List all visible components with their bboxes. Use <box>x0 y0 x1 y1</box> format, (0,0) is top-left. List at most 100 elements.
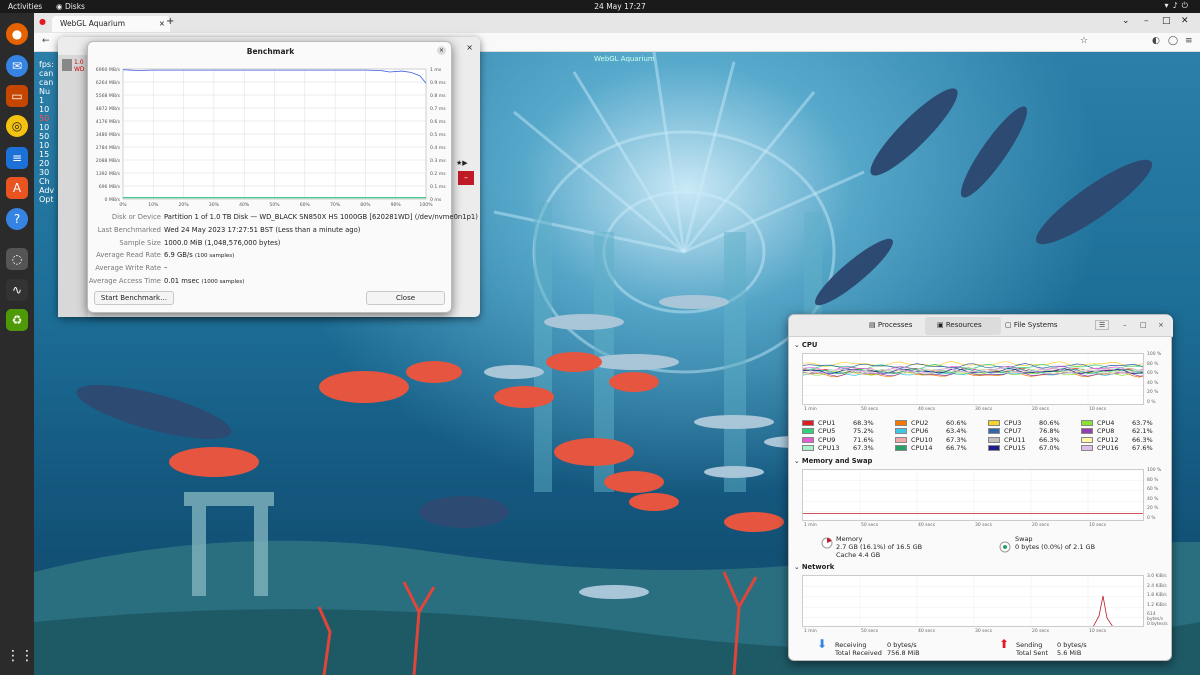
overlay-line: 10 <box>39 105 50 114</box>
maximize-icon[interactable]: □ <box>1162 16 1171 26</box>
writer-icon[interactable]: ≡ <box>6 147 28 169</box>
cpu-name: CPU16 <box>1097 444 1119 453</box>
network-section-title[interactable]: Network <box>794 563 834 571</box>
cpu-section-title[interactable]: CPU <box>794 341 818 349</box>
x-tick: 20% <box>178 202 189 208</box>
activities-button[interactable]: Activities <box>8 2 42 11</box>
menu-button[interactable]: ☰ <box>1095 320 1110 330</box>
x-tick: 60% <box>300 202 311 208</box>
graph-y-tick: 2.4 KiB/s <box>1147 583 1167 589</box>
app-menu[interactable]: ◉ Disks <box>56 2 85 11</box>
graph-y-tick: 3.0 KiB/s <box>1147 574 1167 579</box>
property-value: Wed 24 May 2023 17:27:51 BST (Less than … <box>164 226 360 234</box>
cpu-color-swatch <box>1081 420 1093 426</box>
property-value: 1000.0 MiB (1,048,576,000 bytes) <box>164 239 280 247</box>
cpu-color-swatch <box>1081 445 1093 452</box>
graph-y-tick: 0 % <box>1147 400 1156 405</box>
property-note: (100 samples) <box>194 253 235 260</box>
rhythmbox-icon[interactable]: ◎ <box>6 115 28 137</box>
firefox-view-icon[interactable]: ● <box>39 17 46 26</box>
y-right-tick: 0.3 ms <box>430 158 446 164</box>
menu-icon[interactable]: ≡ <box>1185 36 1193 46</box>
benchmark-close-icon[interactable]: × <box>437 46 446 55</box>
graph-x-tick: 50 secs <box>861 523 879 528</box>
maximize-button[interactable]: □ <box>1140 321 1147 329</box>
tab-file-systems[interactable]: ▢ File Systems <box>1005 321 1058 329</box>
aquarium-title: WebGL Aquarium <box>594 55 655 63</box>
close-icon[interactable]: ✕ <box>1181 16 1189 26</box>
system-monitor-window: ▤ Processes ▣ Resources ▢ File Systems ☰… <box>788 314 1173 661</box>
receiving-arrow-icon: ⬇ <box>817 637 828 651</box>
cpu-percent: 67.3% <box>946 435 967 444</box>
y-right-tick: 0.1 ms <box>430 184 446 190</box>
cpu-percent: 63.4% <box>946 427 967 436</box>
graph-x-tick: 20 secs <box>1032 407 1050 412</box>
graph-y-tick: 60 % <box>1147 487 1159 493</box>
overlay-line: can <box>39 78 54 87</box>
overlay-line: 10 <box>39 123 50 132</box>
memory-pie-icon <box>821 537 833 551</box>
new-tab-button[interactable]: + <box>166 16 174 27</box>
graph-x-tick: 1 min <box>804 523 817 528</box>
graph-y-tick: 60 % <box>1147 371 1159 377</box>
clock[interactable]: 24 May 17:27 <box>580 2 660 11</box>
memory-section-title[interactable]: Memory and Swap <box>794 457 873 465</box>
minimize-icon[interactable]: – <box>1144 16 1149 26</box>
cpu-percent: 68.3% <box>853 419 874 427</box>
tab-resources[interactable]: ▣ Resources <box>937 321 982 329</box>
tab-close-button[interactable]: × <box>159 19 165 28</box>
close-button[interactable]: Close <box>366 291 445 305</box>
cpu-name: CPU5 <box>818 427 836 436</box>
y-left-tick: 696 MB/s <box>99 184 121 190</box>
receiving-label: Receiving <box>835 641 867 649</box>
firefox-icon[interactable]: ● <box>6 23 28 45</box>
total-received-label: Total Received <box>835 649 882 657</box>
overlay-line: Opt <box>39 195 54 204</box>
pocket-icon[interactable]: ◐ <box>1152 36 1160 46</box>
y-left-tick: 3480 MB/s <box>96 132 121 138</box>
minimize-button[interactable]: – <box>1123 321 1127 329</box>
aquarium-settings-panel[interactable]: fps: can can Nu 1 10 50 10 50 10 15 20 30 Ch Adv Opt <box>39 60 54 204</box>
disks-sidebar: 1.0 WD <box>58 55 88 317</box>
app-grid-icon[interactable]: ⋮⋮ <box>6 645 34 667</box>
graph-x-tick: 10 secs <box>1089 407 1107 412</box>
y-left-tick: 0 MB/s <box>105 197 121 203</box>
tab-list-icon[interactable]: ⌄ <box>1122 16 1130 26</box>
disks-close-button[interactable]: × <box>466 43 473 52</box>
close-button[interactable]: × <box>1158 321 1164 329</box>
y-right-tick: 1 ms <box>430 67 442 73</box>
tab-resources-label: Resources <box>945 321 982 329</box>
y-right-tick: 0.5 ms <box>430 132 446 138</box>
cpu-percent: 66.3% <box>1039 435 1060 444</box>
x-tick: 0% <box>119 202 127 208</box>
property-value: 0.01 msec (1000 samples) <box>164 277 244 285</box>
delete-partition-button[interactable]: – <box>458 171 474 185</box>
back-icon[interactable]: ← <box>42 36 50 46</box>
network-icon: ▾ <box>1164 1 1173 10</box>
x-tick: 80% <box>360 202 371 208</box>
y-right-tick: 0.7 ms <box>430 106 446 112</box>
cpu-name: CPU14 <box>911 444 933 453</box>
browser-tab[interactable]: WebGL Aquarium × <box>52 16 170 32</box>
start-benchmark-button[interactable]: Start Benchmark… <box>94 291 174 305</box>
cpu-color-swatch <box>802 420 814 426</box>
help-icon[interactable]: ? <box>6 208 28 230</box>
disk-label: 1.0 <box>74 59 84 66</box>
trash-icon[interactable]: ♻ <box>6 309 28 331</box>
account-icon[interactable]: ◯ <box>1168 36 1178 46</box>
files-icon[interactable]: ▭ <box>6 85 28 107</box>
thunderbird-icon[interactable]: ✉ <box>6 55 28 77</box>
overlay-line: 20 <box>39 159 50 168</box>
graph-x-tick: 30 secs <box>975 407 993 412</box>
dock: ● ✉ ▭ ◎ ≡ A ? ◌ ∿ ♻ ⋮⋮ <box>0 13 34 675</box>
bookmark-star-icon[interactable]: ☆ <box>1080 36 1088 46</box>
software-icon[interactable]: A <box>6 177 28 199</box>
system-tray[interactable]: ▾♪⏻ <box>1165 1 1192 11</box>
disks-icon[interactable]: ◌ <box>6 248 28 270</box>
graph-x-tick: 30 secs <box>975 629 993 634</box>
total-sent-value: 5.6 MiB <box>1057 649 1082 657</box>
app-menu-label: Disks <box>64 2 85 11</box>
tab-processes[interactable]: ▤ Processes <box>869 321 912 329</box>
benchmark-dialog: Benchmark × 6960 MB/s 6264 MB/s 5568 MB/s 4… <box>87 41 478 313</box>
system-monitor-icon[interactable]: ∿ <box>6 279 28 301</box>
